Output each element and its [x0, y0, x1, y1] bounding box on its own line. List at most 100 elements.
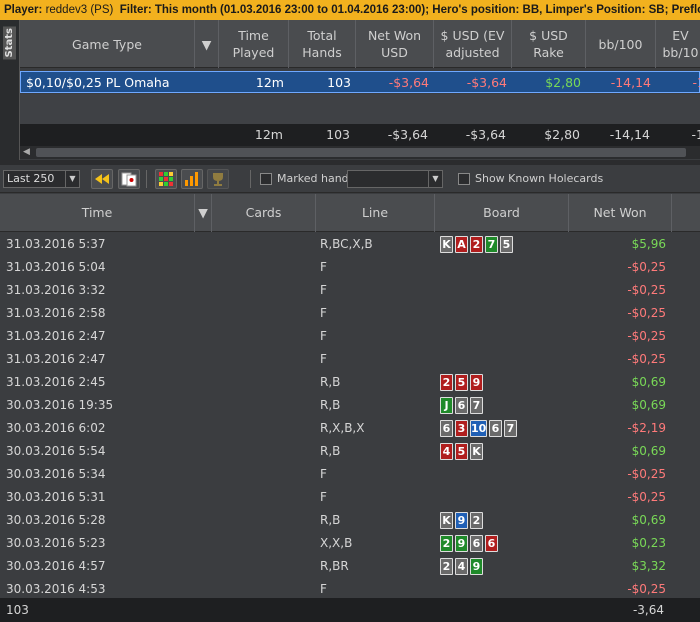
hand-grid-button[interactable]	[155, 169, 177, 189]
hand-net-won: -$0,25	[627, 582, 666, 596]
col-time[interactable]: Time	[0, 194, 195, 232]
sort-chevron-down-icon[interactable]: ▼	[195, 20, 219, 68]
table-row[interactable]: 30.03.2016 4:57 R,BR 2 4 9 $3,32	[0, 555, 700, 578]
hand-time: 30.03.2016 19:35	[6, 398, 114, 412]
table-row[interactable]: 31.03.2016 2:45 R,B 2 5 9 $0,69	[0, 371, 700, 394]
show-known-holecards-checkbox[interactable]	[458, 173, 470, 185]
table-row[interactable]: 30.03.2016 5:23 X,X,B 2 9 6 6 $0,23	[0, 532, 700, 555]
table-row[interactable]: 30.03.2016 5:34 F -$0,25	[0, 463, 700, 486]
hand-net-won: -$0,25	[627, 283, 666, 297]
hand-net-won: -$0,25	[627, 490, 666, 504]
chevron-down-icon: ▼	[65, 171, 79, 187]
table-row[interactable]: 30.03.2016 5:31 F -$0,25	[0, 486, 700, 509]
col-net-won[interactable]: Net Won	[569, 194, 672, 232]
total-bb100: -14,14	[609, 127, 650, 142]
col-bb100[interactable]: bb/100	[586, 20, 656, 68]
hand-line: F	[320, 467, 327, 481]
total-time: 12m	[254, 127, 283, 142]
table-row[interactable]: 30.03.2016 5:28 R,B K 9 2 $0,69	[0, 509, 700, 532]
col-total-hands[interactable]: Total Hands	[289, 20, 356, 68]
col-line[interactable]: Line	[316, 194, 435, 232]
hand-net-won: $0,69	[631, 444, 666, 458]
stats-ev-bb100: -1	[692, 75, 700, 90]
hand-time: 31.03.2016 2:45	[6, 375, 106, 389]
hand-time: 30.03.2016 5:34	[6, 467, 106, 481]
toolbar-divider	[146, 170, 147, 188]
board-card: 5	[455, 374, 468, 391]
col-ev-adjusted[interactable]: $ USD (EV adjusted	[434, 20, 512, 68]
hand-time: 30.03.2016 5:31	[6, 490, 106, 504]
hand-line: F	[320, 582, 327, 596]
table-row[interactable]: 30.03.2016 19:35 R,B J 6 7 $0,69	[0, 394, 700, 417]
hand-net-won: -$0,25	[627, 306, 666, 320]
hand-net-won: $0,69	[631, 375, 666, 389]
hand-net-won: -$0,25	[627, 352, 666, 366]
board-card: 9	[455, 512, 468, 529]
stats-time: 12m	[255, 75, 284, 90]
rewind-button[interactable]	[91, 169, 113, 189]
hand-line: R,B	[320, 513, 341, 527]
table-row[interactable]: 31.03.2016 2:47 F -$0,25	[0, 348, 700, 371]
col-net-won[interactable]: Net Won USD	[356, 20, 434, 68]
scroll-left-icon[interactable]: ◀	[23, 147, 30, 157]
board-card: 2	[440, 374, 453, 391]
table-row[interactable]: 31.03.2016 5:37 R,BC,X,B K A 2 7 5 $5,96	[0, 233, 700, 256]
bar-chart-button[interactable]	[181, 169, 203, 189]
board-card: 2	[440, 558, 453, 575]
hand-board: K92	[440, 512, 483, 529]
range-select[interactable]: Last 250 ▼	[3, 170, 80, 188]
col-cards[interactable]: Cards	[212, 194, 316, 232]
horizontal-scrollbar[interactable]: ◀	[20, 146, 700, 159]
hand-line: F	[320, 306, 327, 320]
hands-header: Time ▼ Cards Line Board Net Won	[0, 194, 700, 232]
table-row[interactable]: 31.03.2016 5:04 F -$0,25	[0, 256, 700, 279]
marked-hands-select[interactable]: ▼	[347, 170, 443, 188]
toolbar-divider	[250, 170, 251, 188]
sort-chevron-down-icon[interactable]: ▼	[195, 194, 212, 232]
table-row[interactable]: 31.03.2016 2:58 F -$0,25	[0, 302, 700, 325]
board-card: 2	[470, 236, 483, 253]
board-card: K	[470, 443, 483, 460]
table-row[interactable]: 30.03.2016 5:54 R,B 4 5 K $0,69	[0, 440, 700, 463]
stats-table: Game Type ▼ Time Played Total Hands Net …	[20, 20, 700, 160]
playing-cards-icon	[121, 172, 137, 187]
board-card: 6	[470, 535, 483, 552]
hand-net-won: -$2,19	[627, 421, 666, 435]
hand-line: F	[320, 283, 327, 297]
board-card: 7	[504, 420, 517, 437]
stats-row[interactable]: $0,10/$0,25 PL Omaha 12m 103 -$3,64 -$3,…	[20, 71, 700, 93]
col-time-played[interactable]: Time Played	[219, 20, 289, 68]
table-row[interactable]: 30.03.2016 6:02 R,X,B,X 6 3 10 6 7 -$2,19	[0, 417, 700, 440]
stats-rake: $2,80	[545, 75, 581, 90]
player-label: Player:	[4, 4, 43, 16]
stats-game-type: $0,10/$0,25 PL Omaha	[26, 75, 170, 90]
col-game-type[interactable]: Game Type	[20, 20, 195, 68]
hand-net-won: $0,69	[631, 513, 666, 527]
cards-replay-button[interactable]	[118, 169, 140, 189]
hand-time: 30.03.2016 4:57	[6, 559, 106, 573]
board-card: 2	[470, 512, 483, 529]
hand-board: J67	[440, 397, 483, 414]
table-row[interactable]: 31.03.2016 2:47 F -$0,25	[0, 325, 700, 348]
hand-net-won: $0,23	[631, 536, 666, 550]
marked-hands-checkbox[interactable]	[260, 173, 272, 185]
scrollbar-thumb[interactable]	[36, 148, 686, 157]
hand-line: R,BR	[320, 559, 349, 573]
col-board[interactable]: Board	[435, 194, 569, 232]
filter-bar: Player: reddev3 (PS) Filter: This month …	[0, 0, 700, 20]
col-rake[interactable]: $ USD Rake	[512, 20, 586, 68]
total-hands: 103	[326, 127, 350, 142]
trophy-button[interactable]	[207, 169, 229, 189]
board-card: 6	[485, 535, 498, 552]
hand-board: KA275	[440, 236, 513, 253]
col-ev-bb100[interactable]: EV bb/10	[656, 20, 700, 68]
stats-side-tab[interactable]: Stats	[0, 20, 20, 160]
hand-time: 31.03.2016 2:47	[6, 352, 106, 366]
hand-line: F	[320, 260, 327, 274]
hand-line: R,B	[320, 444, 341, 458]
hand-board: 259	[440, 374, 483, 391]
board-card: K	[440, 236, 453, 253]
hand-time: 31.03.2016 5:37	[6, 237, 106, 251]
table-row[interactable]: 31.03.2016 3:32 F -$0,25	[0, 279, 700, 302]
table-row[interactable]: 30.03.2016 4:53 F -$0,25	[0, 578, 700, 598]
